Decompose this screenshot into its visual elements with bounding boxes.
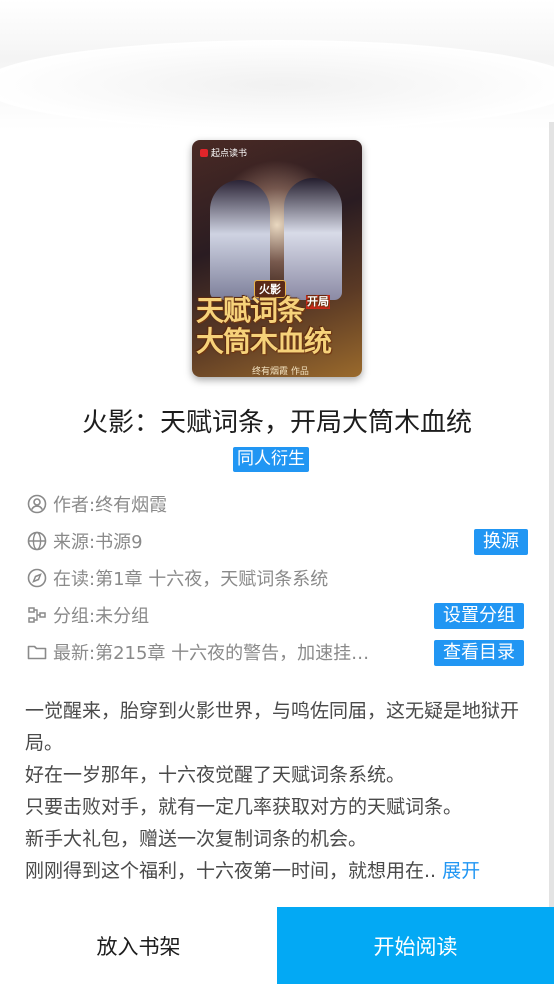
intro-line: 刚刚得到这个福利，十六夜第一时间，就想用在.. 展开 bbox=[25, 860, 481, 882]
intro-line: 新手大礼包，赠送一次复制词条的机会。 bbox=[25, 828, 368, 850]
author-value: 终有烟霞 bbox=[95, 495, 168, 516]
info-label: 来源: bbox=[53, 532, 96, 553]
group-value: 未分组 bbox=[95, 606, 150, 627]
user-icon bbox=[26, 493, 48, 515]
book-cover: 起点读书 火影 天赋词条 开局 大筒木血统 终有烟霞 作品 bbox=[192, 140, 362, 377]
info-label: 最新: bbox=[53, 643, 96, 664]
genre-tag[interactable]: 同人衍生 bbox=[233, 447, 309, 472]
view-catalog-button[interactable]: 查看目录 bbox=[434, 640, 524, 666]
intro-line: 好在一岁那年，十六夜觉醒了天赋词条系统。 bbox=[25, 764, 406, 786]
start-reading-button[interactable]: 开始阅读 bbox=[277, 907, 554, 984]
info-latest: 最新: 第215章 十六夜的警告，加速挂… bbox=[26, 637, 369, 667]
bottom-action-bar: 放入书架 开始阅读 bbox=[0, 907, 554, 984]
cover-author: 终有烟霞 作品 bbox=[252, 367, 309, 377]
cover-brand: 起点读书 bbox=[200, 146, 247, 159]
info-source: 来源: 书源9 bbox=[26, 526, 143, 556]
globe-icon bbox=[26, 530, 48, 552]
intro-line: 只要击败对手，就有一定几率获取对方的天赋词条。 bbox=[25, 796, 463, 818]
cover-character-right bbox=[284, 178, 342, 300]
latest-value: 第215章 十六夜的警告，加速挂… bbox=[95, 643, 370, 664]
source-value: 书源9 bbox=[95, 532, 143, 553]
info-label: 在读: bbox=[53, 569, 96, 590]
change-source-button[interactable]: 换源 bbox=[474, 529, 528, 555]
group-icon bbox=[26, 604, 48, 626]
scrollbar[interactable] bbox=[549, 122, 554, 908]
set-group-button[interactable]: 设置分组 bbox=[434, 603, 524, 629]
compass-icon bbox=[26, 567, 48, 589]
reading-value: 第1章 十六夜，天赋词条系统 bbox=[95, 569, 329, 590]
info-group: 分组: 未分组 bbox=[26, 600, 149, 630]
cover-title: 天赋词条 开局 大筒木血统 bbox=[196, 294, 332, 358]
book-title: 火影：天赋词条，开局大筒木血统 bbox=[81, 408, 472, 438]
info-label: 分组: bbox=[53, 606, 96, 627]
book-intro[interactable]: 一觉醒来，胎穿到火影世界，与鸣佐同届，这无疑是地狱开局。 好在一岁那年，十六夜觉… bbox=[25, 695, 547, 887]
intro-line: 一觉醒来，胎穿到火影世界，与鸣佐同届，这无疑是地狱开局。 bbox=[25, 700, 520, 754]
expand-link[interactable]: 展开 bbox=[442, 860, 480, 882]
info-reading: 在读: 第1章 十六夜，天赋词条系统 bbox=[26, 563, 328, 593]
info-label: 作者: bbox=[53, 495, 96, 516]
cover-blur-background bbox=[0, 0, 554, 130]
add-to-shelf-button[interactable]: 放入书架 bbox=[0, 907, 277, 984]
info-author: 作者: 终有烟霞 bbox=[26, 489, 167, 519]
folder-icon bbox=[26, 641, 48, 663]
